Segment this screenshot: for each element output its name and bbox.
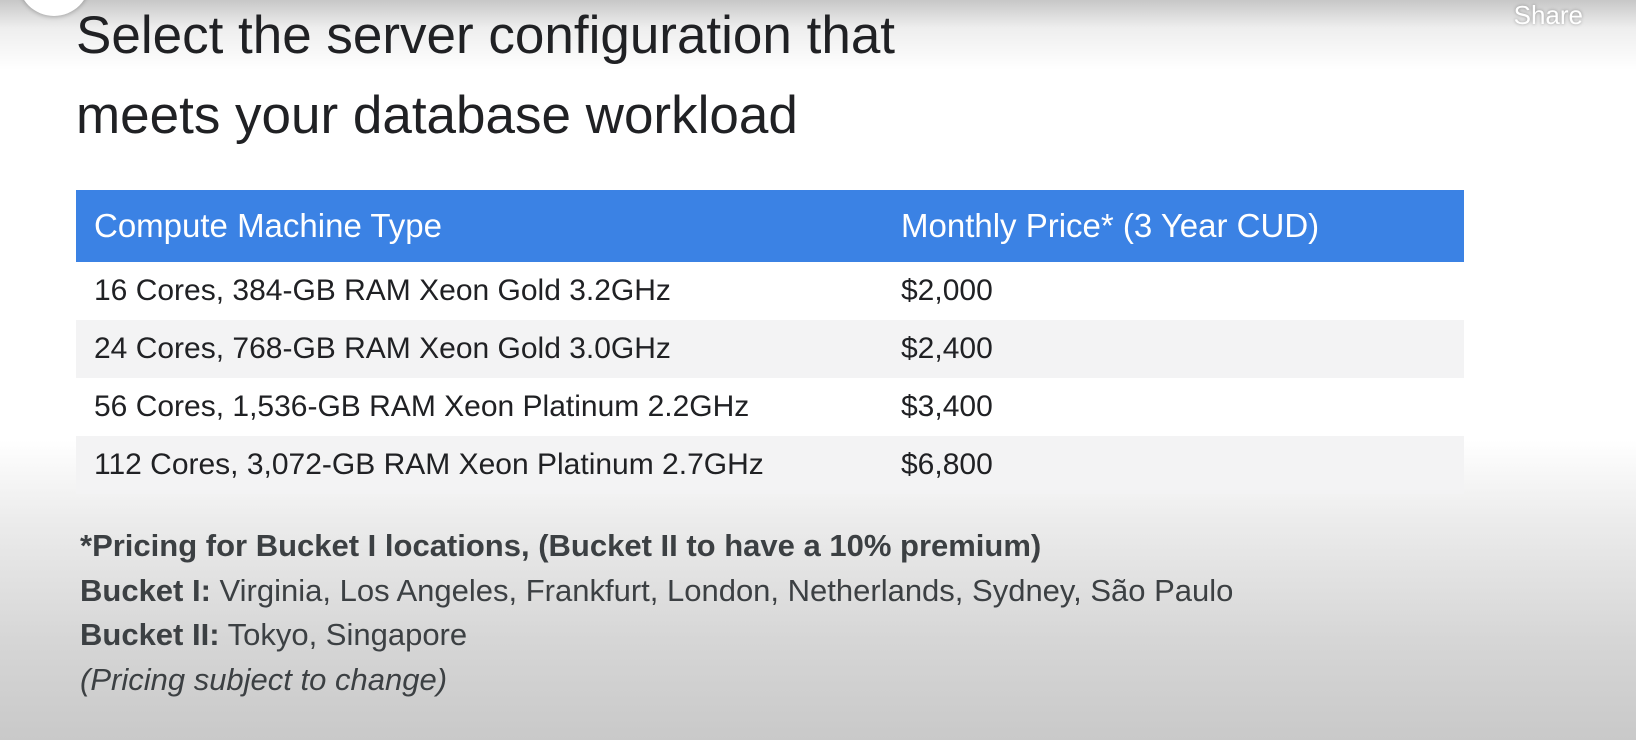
table-row: 16 Cores, 384-GB RAM Xeon Gold 3.2GHz $2…	[76, 262, 1464, 320]
pricing-disclaimer: (Pricing subject to change)	[80, 661, 448, 697]
column-header-monthly-price: Monthly Price* (3 Year CUD)	[883, 190, 1464, 262]
table-row: 24 Cores, 768-GB RAM Xeon Gold 3.0GHz $2…	[76, 320, 1464, 378]
slide-title: Select the server configuration that mee…	[76, 0, 895, 156]
price-cell: $2,000	[883, 262, 1464, 320]
bucket-1-label: Bucket I:	[80, 572, 211, 608]
table-row: 56 Cores, 1,536-GB RAM Xeon Platinum 2.2…	[76, 378, 1464, 436]
bucket-1-locations: Virginia, Los Angeles, Frankfurt, London…	[210, 572, 1234, 608]
pricing-note: *Pricing for Bucket I locations, (Bucket…	[80, 528, 1042, 563]
price-cell: $3,400	[883, 378, 1464, 436]
machine-type-cell: 24 Cores, 768-GB RAM Xeon Gold 3.0GHz	[76, 320, 883, 378]
machine-type-cell: 56 Cores, 1,536-GB RAM Xeon Platinum 2.2…	[76, 378, 883, 436]
price-cell: $2,400	[883, 320, 1464, 378]
slide-title-line-1: Select the server configuration that	[76, 6, 896, 65]
table-header-row: Compute Machine Type Monthly Price* (3 Y…	[76, 190, 1464, 262]
price-cell: $6,800	[883, 436, 1464, 494]
share-button[interactable]: Share	[1514, 0, 1583, 31]
bucket-2-locations: Tokyo, Singapore	[219, 617, 468, 652]
pricing-table: Compute Machine Type Monthly Price* (3 Y…	[76, 190, 1464, 494]
bucket-2-label: Bucket II:	[80, 617, 220, 652]
pricing-footnote: *Pricing for Bucket I locations, (Bucket…	[80, 524, 1233, 702]
bucket-1-line: Bucket I: Virginia, Los Angeles, Frankfu…	[80, 569, 1233, 614]
column-header-machine-type: Compute Machine Type	[76, 190, 883, 262]
machine-type-cell: 16 Cores, 384-GB RAM Xeon Gold 3.2GHz	[76, 262, 883, 320]
bucket-2-line: Bucket II: Tokyo, Singapore	[80, 613, 1233, 658]
slide-title-line-2: meets your database workload	[76, 86, 798, 145]
table-row: 112 Cores, 3,072-GB RAM Xeon Platinum 2.…	[76, 436, 1464, 494]
machine-type-cell: 112 Cores, 3,072-GB RAM Xeon Platinum 2.…	[76, 436, 883, 494]
